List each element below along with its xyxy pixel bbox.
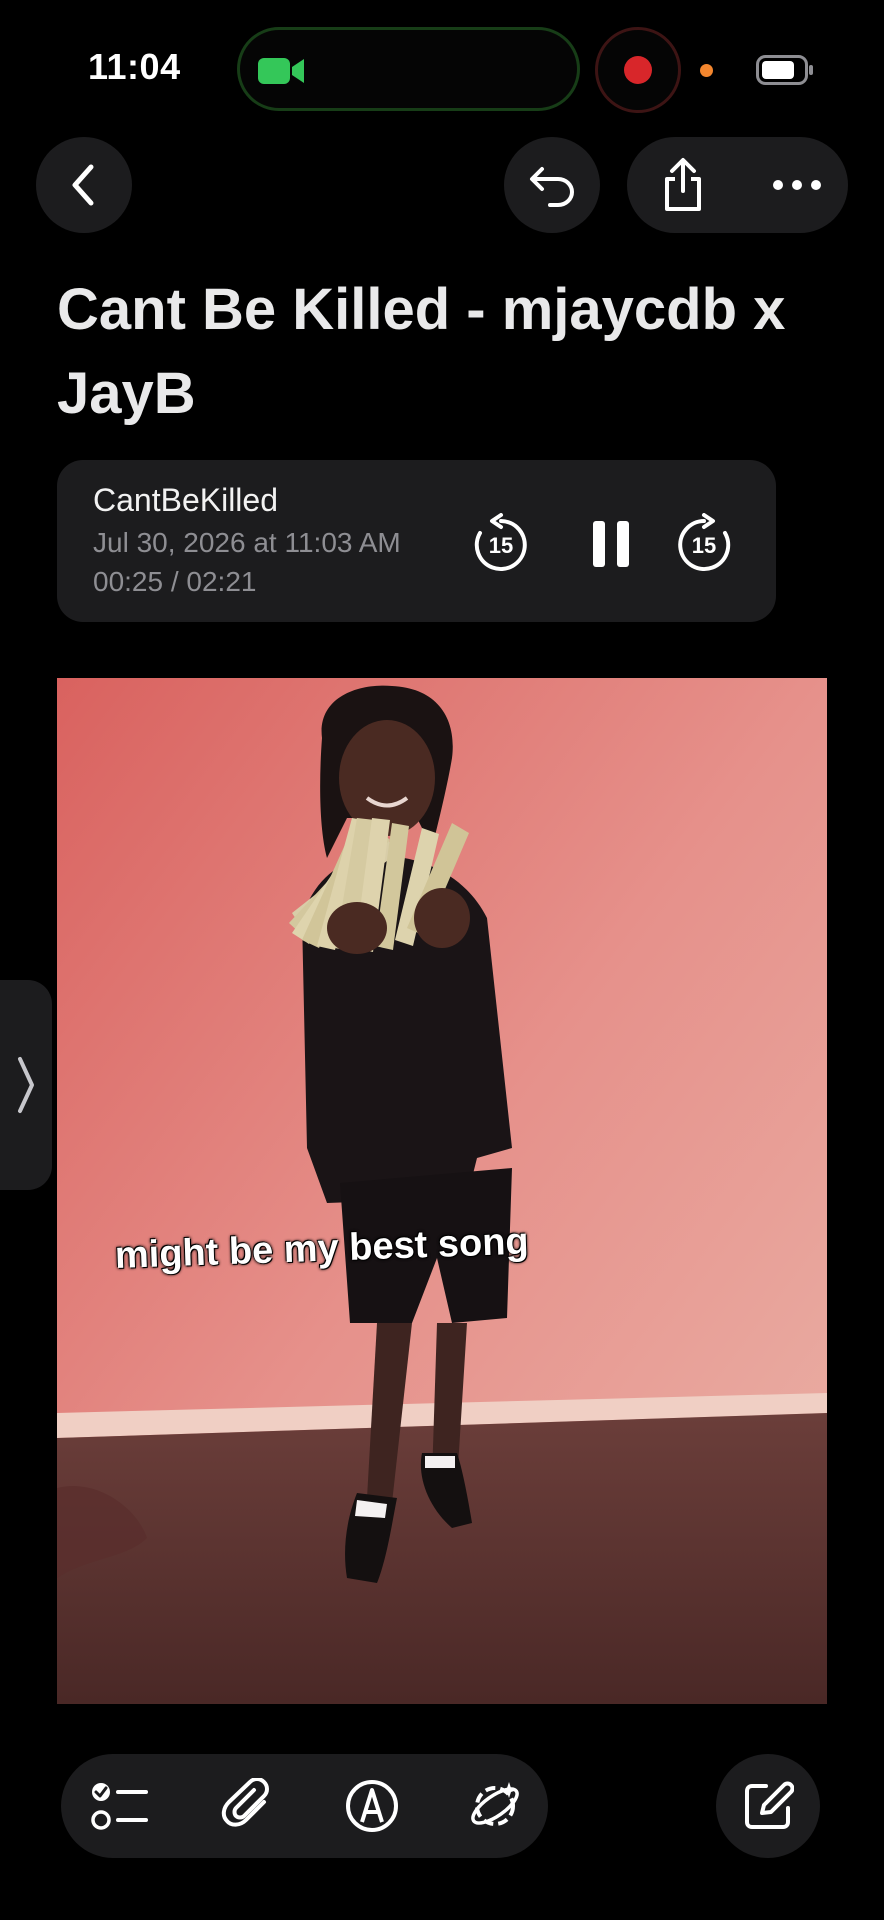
chevron-left-icon (72, 164, 94, 206)
more-button[interactable] (762, 150, 832, 220)
recording-date: Jul 30, 2026 at 11:03 AM (93, 527, 401, 558)
facetime-camera-icon (258, 58, 304, 84)
screen-record-icon (624, 56, 652, 84)
compose-button[interactable] (716, 1754, 820, 1858)
recording-name: CantBeKilled (93, 482, 278, 518)
attachment-button[interactable] (210, 1768, 286, 1844)
markup-button[interactable] (334, 1768, 410, 1844)
share-icon (665, 158, 701, 211)
chevron-right-icon (18, 1057, 34, 1113)
side-panel-handle[interactable] (0, 980, 52, 1190)
share-button[interactable] (648, 150, 718, 220)
note-photo[interactable] (57, 678, 827, 1704)
pause-icon (593, 521, 629, 567)
markup-pen-icon (346, 1780, 398, 1832)
undo-button[interactable] (504, 137, 600, 233)
compose-icon (745, 1781, 794, 1829)
apple-intelligence-button[interactable] (457, 1768, 533, 1844)
note-title[interactable]: Cant Be Killed - mjaycdb x JayB (57, 268, 847, 436)
skip-back-button[interactable]: 15 (470, 513, 532, 575)
checklist-icon (91, 1783, 148, 1830)
undo-icon (530, 167, 575, 207)
microphone-indicator-icon (700, 64, 713, 77)
pause-button[interactable] (580, 513, 642, 575)
skip-forward-15-icon: 15 (678, 513, 731, 571)
recording-progress-time: 00:25 / 02:21 (93, 566, 257, 597)
skip-forward-button[interactable]: 15 (673, 513, 735, 575)
apple-intelligence-icon (471, 1782, 519, 1826)
paperclip-icon (221, 1778, 269, 1827)
battery-icon (756, 55, 813, 85)
status-time: 11:04 (88, 46, 181, 87)
skip-back-15-icon: 15 (474, 513, 527, 571)
checklist-button[interactable] (82, 1768, 158, 1844)
svg-text:15: 15 (489, 533, 513, 558)
more-icon (773, 180, 821, 190)
photo-illustration (57, 678, 827, 1704)
back-button[interactable] (36, 137, 132, 233)
svg-text:15: 15 (692, 533, 716, 558)
